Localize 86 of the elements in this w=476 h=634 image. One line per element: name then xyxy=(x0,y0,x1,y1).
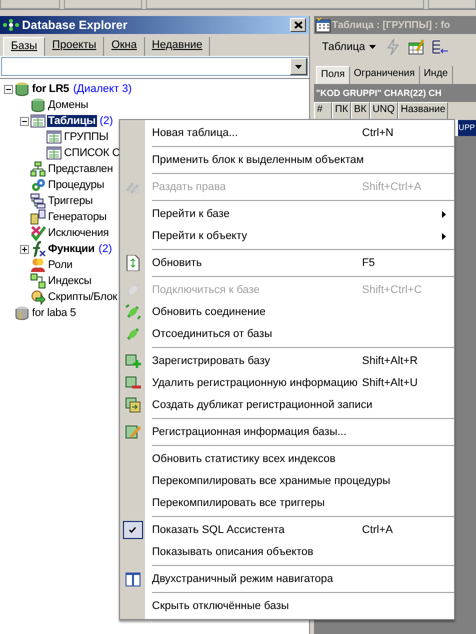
menu-item[interactable]: Перейти к базе xyxy=(120,203,454,225)
refresh-icon xyxy=(124,255,140,271)
tab[interactable]: Поля xyxy=(316,66,350,84)
tree-item[interactable]: Исключения xyxy=(47,227,110,239)
item-count: (Диалект 3) xyxy=(73,83,132,95)
menu-item[interactable]: Показывать описания объектов xyxy=(120,541,454,563)
dots-icon xyxy=(2,19,20,31)
minus-icon xyxy=(22,118,27,124)
menu-item[interactable]: Обновить F5 xyxy=(120,252,454,274)
close-button[interactable] xyxy=(290,18,306,32)
tree-item[interactable]: Представлен xyxy=(47,163,114,175)
database-plus-icon xyxy=(124,353,140,369)
check-cross-icon xyxy=(30,225,46,241)
minus-icon xyxy=(6,86,11,92)
expander-icon[interactable] xyxy=(20,116,29,126)
tree-item[interactable]: Функции xyxy=(47,243,96,255)
tree-item[interactable]: ГРУППЫ xyxy=(63,131,110,143)
expander-icon[interactable] xyxy=(4,84,13,94)
table-icon xyxy=(46,145,62,161)
menu-item[interactable]: Создать дубликат регистрационной записи xyxy=(120,394,454,416)
status-cell xyxy=(428,0,476,9)
plug-arrows-icon xyxy=(124,304,140,320)
menu-item[interactable]: Обновить статистику всех индексов xyxy=(120,448,454,470)
database-icon xyxy=(30,97,46,113)
menu-item[interactable]: Перейти к объекту xyxy=(120,225,454,247)
linked-squares-icon xyxy=(30,273,46,289)
hierarchy-icon xyxy=(30,161,46,177)
table-icon xyxy=(30,113,46,129)
tree-item[interactable]: Триггеры xyxy=(47,195,94,207)
expander-icon[interactable] xyxy=(20,244,29,254)
stacked-bars-icon xyxy=(30,193,46,209)
tab[interactable]: Окна xyxy=(104,37,145,56)
plug-icon xyxy=(124,326,140,342)
dropdown-arrow-icon xyxy=(295,64,302,68)
tree-item[interactable]: Скрипты/Блок xyxy=(47,291,118,303)
tree-item[interactable]: Таблицы xyxy=(47,115,97,127)
table-pencil-icon xyxy=(408,39,424,55)
menu-item[interactable]: Показать SQL Ассистента Ctrl+A xyxy=(120,519,454,541)
database-copy-icon xyxy=(124,397,140,413)
window-title: Таблица : [ГРУППЫ] : fo xyxy=(332,20,450,30)
two-pages-icon xyxy=(124,571,140,587)
function-icon xyxy=(30,241,46,257)
tree-item[interactable]: Домены xyxy=(47,99,90,111)
calendar-table-icon xyxy=(315,17,331,33)
edit-table-button[interactable] xyxy=(406,37,426,57)
tab[interactable]: Проекты xyxy=(45,37,104,56)
database-pencil-icon xyxy=(124,424,140,440)
menu-item[interactable]: Перекомпилировать все триггеры xyxy=(120,492,454,514)
menu-item[interactable]: Новая таблица... Ctrl+N xyxy=(120,122,454,144)
tree-item[interactable]: Процедуры xyxy=(47,179,106,191)
menu-item[interactable]: Скрыть отключённые базы xyxy=(120,595,454,617)
table-cell: UPP xyxy=(458,120,476,136)
people-icon xyxy=(30,257,46,273)
gears-icon xyxy=(30,177,46,193)
panel-title: Database Explorer xyxy=(22,18,128,32)
tree-item[interactable]: Индексы xyxy=(47,275,92,287)
database-icon xyxy=(14,305,30,321)
item-count: (2) xyxy=(100,115,114,127)
menu-item[interactable]: Обновить соединение xyxy=(120,301,454,323)
tree-item[interactable]: СПИСОК С xyxy=(63,147,121,159)
database-combo[interactable] xyxy=(1,57,308,76)
menu-item[interactable]: Перекомпилировать все хранимые процедуры xyxy=(120,470,454,492)
menu-item[interactable]: Применить блок к выделенным объектам xyxy=(120,149,454,171)
menu-item[interactable]: Отсоединиться от базы xyxy=(120,323,454,345)
table-icon xyxy=(46,129,62,145)
check-glyph xyxy=(129,527,136,533)
tree-item[interactable]: Роли xyxy=(47,259,74,271)
item-count: (2) xyxy=(98,243,112,255)
close-icon xyxy=(294,21,302,29)
lightning-icon xyxy=(386,39,400,55)
tree-item[interactable]: for laba 5 xyxy=(31,307,77,319)
tree-item[interactable]: Генераторы xyxy=(47,211,108,223)
caret-icon xyxy=(369,45,376,49)
database-icon xyxy=(14,81,30,97)
insert-lines-icon xyxy=(432,39,448,55)
status-cell xyxy=(0,0,60,9)
tree-item[interactable]: for LR5 xyxy=(31,83,70,95)
menu-item[interactable]: Зарегистрировать базу Shift+Alt+R xyxy=(120,350,454,372)
menu-item[interactable]: Регистрационная информация базы... xyxy=(120,421,454,443)
script-arrow-icon xyxy=(30,289,46,305)
menu-item[interactable]: Удалить регистрационную информацию Shift+Alt+U xyxy=(120,372,454,394)
database-minus-icon xyxy=(124,375,140,391)
menu-item[interactable]: Двухстраничный режим навигатора xyxy=(120,568,454,590)
plus-icon xyxy=(22,246,27,252)
tab[interactable]: Недавние xyxy=(144,37,210,56)
tab[interactable]: Базы xyxy=(3,37,46,56)
